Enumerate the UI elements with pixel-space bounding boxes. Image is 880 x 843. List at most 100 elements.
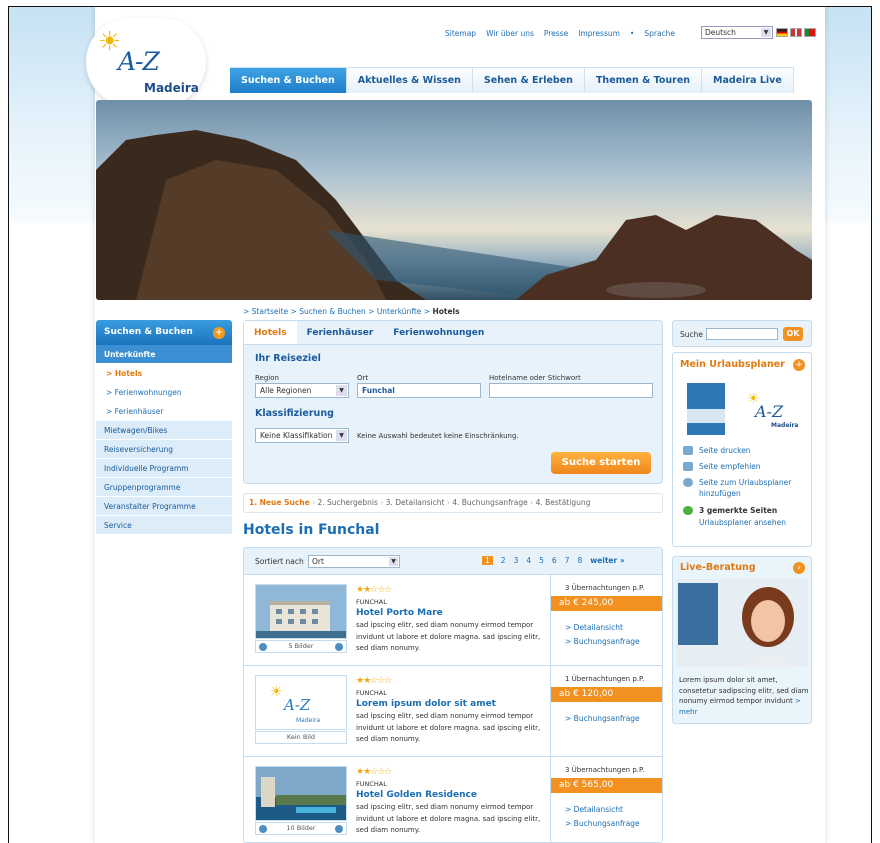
page-3[interactable]: 3 bbox=[514, 556, 519, 565]
recommend-page-link[interactable]: Seite empfehlen bbox=[683, 461, 761, 472]
page-2[interactable]: 2 bbox=[501, 556, 506, 565]
breadcrumb-start[interactable]: Startseite bbox=[252, 307, 288, 316]
ort-label: Ort bbox=[357, 374, 369, 382]
hotel-name-link[interactable]: Hotel Porto Mare bbox=[356, 608, 443, 618]
check-icon bbox=[683, 506, 693, 515]
breadcrumb-suchen[interactable]: Suchen & Buchen bbox=[299, 307, 366, 316]
hero-image bbox=[96, 100, 812, 300]
add-to-planner-link[interactable]: Seite zum Urlaubsplaner hinzufügen bbox=[683, 477, 808, 499]
nights-info: 3 Übernachtungen p.P. bbox=[565, 584, 645, 592]
hotel-name-link[interactable]: Hotel Golden Residence bbox=[356, 790, 477, 800]
language-flags bbox=[776, 28, 816, 37]
separator-dot: • bbox=[629, 29, 635, 38]
language-label: Sprache bbox=[644, 29, 676, 38]
sidebar-item-hotels[interactable]: > Hotels bbox=[96, 364, 232, 383]
klassifikation-select[interactable]: Keine Klassifikation ▼ bbox=[255, 428, 349, 443]
toplink-press[interactable]: Presse bbox=[544, 29, 568, 38]
detail-link[interactable]: > Detailansicht bbox=[565, 805, 623, 814]
plus-icon[interactable]: + bbox=[793, 359, 805, 371]
hotel-description: sad ipscing elitr, sed diam nonumy eirmo… bbox=[356, 803, 541, 834]
saved-pages-count: 3 gemerkte Seiten bbox=[683, 505, 777, 516]
page-4[interactable]: 4 bbox=[526, 556, 531, 565]
results-list: Sortiert nach Ort ▼ 1 2 3 4 5 6 7 8 weit… bbox=[243, 547, 663, 843]
sidebar-item-gruppen[interactable]: Gruppenprogramme bbox=[96, 478, 232, 497]
booking-link[interactable]: > Buchungsanfrage bbox=[565, 819, 640, 828]
page-7[interactable]: 7 bbox=[565, 556, 570, 565]
hotel-name-link[interactable]: Lorem ipsum dolor sit amet bbox=[356, 699, 496, 709]
hotel-placeholder-logo: ☀ A-Z Madeira bbox=[255, 675, 347, 730]
next-page-link[interactable]: weiter » bbox=[590, 556, 624, 565]
hotel-photo[interactable] bbox=[255, 584, 347, 639]
booking-link[interactable]: > Buchungsanfrage bbox=[565, 714, 640, 723]
toplink-about[interactable]: Wir über uns bbox=[486, 29, 534, 38]
price-badge: ab € 245,00 bbox=[551, 596, 662, 611]
svg-text:☀: ☀ bbox=[270, 684, 283, 700]
nav-tab-suchen-buchen[interactable]: Suchen & Buchen bbox=[230, 68, 347, 93]
nav-tab-madeira-live[interactable]: Madeira Live bbox=[702, 68, 794, 93]
rating-stars-icon: ★★☆☆☆ bbox=[356, 767, 392, 777]
toplink-imprint[interactable]: Impressum bbox=[578, 29, 620, 38]
hotel-city: FUNCHAL bbox=[356, 598, 387, 606]
uk-flag-icon[interactable] bbox=[790, 28, 802, 37]
german-flag-icon[interactable] bbox=[776, 28, 788, 37]
nav-tab-themen[interactable]: Themen & Touren bbox=[585, 68, 703, 93]
tab-ferienhaeuser[interactable]: Ferienhäuser bbox=[297, 321, 384, 344]
step-1[interactable]: 1. Neue Suche bbox=[249, 498, 310, 507]
prev-image-icon[interactable] bbox=[259, 825, 267, 833]
tab-hotels[interactable]: Hotels bbox=[244, 321, 297, 344]
hotel-photo[interactable] bbox=[255, 766, 347, 821]
nav-tab-sehen[interactable]: Sehen & Erleben bbox=[473, 68, 585, 93]
page-8[interactable]: 8 bbox=[577, 556, 582, 565]
image-counter: Kein Bild bbox=[255, 731, 347, 744]
klassifikation-hint: Keine Auswahl bedeutet keine Einschränku… bbox=[357, 432, 519, 440]
price-column: 1 Übernachtungen p.P. ab € 120,00 > Buch… bbox=[550, 666, 662, 756]
sidebar-item-mietwagen[interactable]: Mietwagen/Bikes bbox=[96, 421, 232, 440]
sidebar-item-ferienhaeuser[interactable]: > Ferienhäuser bbox=[96, 402, 232, 421]
quick-search-input[interactable] bbox=[706, 328, 778, 340]
next-image-icon[interactable] bbox=[335, 825, 343, 833]
sidebar-item-ferienwohnungen[interactable]: > Ferienwohnungen bbox=[96, 383, 232, 402]
sidebar-item-reiseversicherung[interactable]: Reiseversicherung bbox=[96, 440, 232, 459]
portugal-flag-icon[interactable] bbox=[804, 28, 816, 37]
search-start-button[interactable]: Suche starten bbox=[551, 452, 651, 474]
sidebar-item-individuelle[interactable]: Individuelle Programm bbox=[96, 459, 232, 478]
breadcrumb-unterkuenfte[interactable]: Unterkünfte bbox=[377, 307, 422, 316]
nav-tab-aktuelles[interactable]: Aktuelles & Wissen bbox=[347, 68, 473, 93]
chat-icon bbox=[683, 462, 693, 471]
detail-link[interactable]: > Detailansicht bbox=[565, 623, 623, 632]
rating-stars-icon: ★★☆☆☆ bbox=[356, 676, 392, 686]
quick-search: Suche OK bbox=[672, 320, 812, 347]
sort-select[interactable]: Ort ▼ bbox=[308, 555, 400, 568]
image-counter: 10 Bilder bbox=[255, 822, 347, 835]
region-label: Region bbox=[255, 374, 279, 382]
language-select[interactable]: Deutsch ▼ bbox=[701, 26, 773, 39]
tab-ferienwohnungen[interactable]: Ferienwohnungen bbox=[383, 321, 494, 344]
booking-link[interactable]: > Buchungsanfrage bbox=[565, 637, 640, 646]
region-select[interactable]: Alle Regionen ▼ bbox=[255, 383, 349, 398]
prev-image-icon[interactable] bbox=[259, 643, 267, 651]
page-1[interactable]: 1 bbox=[482, 556, 493, 565]
planner-title: Mein Urlaubsplaner bbox=[680, 359, 785, 370]
ort-input[interactable]: Funchal bbox=[357, 383, 481, 398]
keyword-input[interactable] bbox=[489, 383, 653, 398]
sidebar-item-veranstalter[interactable]: Veranstalter Programme bbox=[96, 497, 232, 516]
print-page-link[interactable]: Seite drucken bbox=[683, 445, 751, 456]
urlaubsplaner-box: Mein Urlaubsplaner + ☀ A-Z Madeira Seite… bbox=[672, 352, 812, 547]
arrow-right-icon[interactable]: › bbox=[793, 562, 805, 574]
hotel-row: 5 Bilder ★★☆☆☆ FUNCHAL Hotel Porto Mare … bbox=[244, 575, 662, 666]
quick-search-ok-button[interactable]: OK bbox=[783, 327, 803, 341]
next-image-icon[interactable] bbox=[335, 643, 343, 651]
nights-info: 3 Übernachtungen p.P. bbox=[565, 766, 645, 774]
pagination: 1 2 3 4 5 6 7 8 weiter » bbox=[482, 556, 625, 565]
sidebar-item-unterkuenfte[interactable]: Unterkünfte bbox=[96, 345, 232, 364]
live-beratung-box: Live-Beratung › Lorem ipsum dolor sit am… bbox=[672, 556, 812, 724]
hotel-row: ☀ A-Z Madeira Kein Bild ★★☆☆☆ FUNCHAL Lore… bbox=[244, 666, 662, 757]
sidebar-header[interactable]: Suchen & Buchen + bbox=[96, 320, 232, 345]
page-6[interactable]: 6 bbox=[552, 556, 557, 565]
image-count: 5 Bilder bbox=[288, 642, 314, 650]
toplink-sitemap[interactable]: Sitemap bbox=[445, 29, 476, 38]
page-5[interactable]: 5 bbox=[539, 556, 544, 565]
plus-icon: + bbox=[213, 327, 225, 339]
view-planner-link[interactable]: Urlaubsplaner ansehen bbox=[683, 517, 786, 528]
sidebar-item-service[interactable]: Service bbox=[96, 516, 232, 535]
